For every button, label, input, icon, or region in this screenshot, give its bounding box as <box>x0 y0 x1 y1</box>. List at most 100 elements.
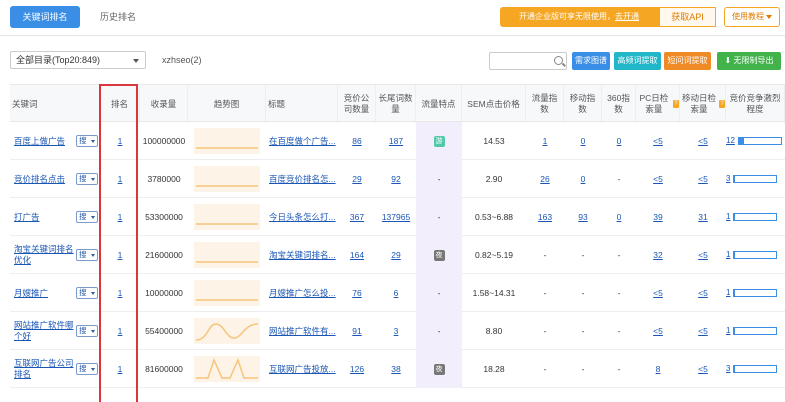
pc-daily-link[interactable]: 32 <box>653 250 662 260</box>
rank-link[interactable]: 1 <box>118 326 123 336</box>
mobile-daily-link[interactable]: <5 <box>698 364 708 374</box>
demand-graph-button[interactable]: 需求图谱 <box>572 52 610 70</box>
pc-daily-link[interactable]: <5 <box>653 174 663 184</box>
search-dropdown[interactable]: 搜 <box>76 325 98 337</box>
flow-index[interactable]: 163 <box>538 212 552 222</box>
pc-daily-link[interactable]: 8 <box>656 364 661 374</box>
column-header[interactable]: 关键词 <box>10 85 100 123</box>
keyword-link[interactable]: 淘宝关键词排名优化 <box>14 244 76 266</box>
upgrade-link[interactable]: 去开通 <box>615 12 639 21</box>
title-link[interactable]: 百度竞价排名怎... <box>269 173 336 185</box>
directory-select[interactable]: 全部目录(Top20:849) <box>10 51 146 69</box>
column-header[interactable]: 360指数 <box>602 85 636 123</box>
column-header[interactable]: 长尾词数量 <box>376 85 416 123</box>
index-360[interactable]: 0 <box>617 212 622 222</box>
flow-index[interactable]: 1 <box>543 136 548 146</box>
pc-daily-link[interactable]: 39 <box>653 212 662 222</box>
column-header[interactable]: 排名 <box>100 85 140 123</box>
mobile-index[interactable]: 0 <box>581 136 586 146</box>
rank-link[interactable]: 1 <box>118 288 123 298</box>
title-link[interactable]: 互联网广告投放... <box>269 363 336 375</box>
longtail-link[interactable]: 137965 <box>382 212 410 222</box>
compete-value[interactable]: 3 <box>726 364 730 373</box>
longtail-link[interactable]: 3 <box>394 326 399 336</box>
search-dropdown[interactable]: 搜 <box>76 135 98 147</box>
column-header[interactable]: 移动指数 <box>564 85 602 123</box>
search-icon[interactable] <box>554 56 563 65</box>
search-dropdown[interactable]: 搜 <box>76 173 98 185</box>
keyword-link[interactable]: 竞价排名点击 <box>14 174 65 185</box>
bid-companies-link[interactable]: 86 <box>352 136 361 146</box>
keyword-link[interactable]: 网站推广软件哪个好 <box>14 320 76 342</box>
column-header[interactable]: 竞价公司数量 <box>338 85 376 123</box>
compete-value[interactable]: 1 <box>726 288 730 297</box>
column-header[interactable]: 移动日检索量? <box>680 85 726 123</box>
mobile-daily-link[interactable]: <5 <box>698 174 708 184</box>
help-icon[interactable]: ? <box>673 100 679 108</box>
compete-value[interactable]: 12 <box>726 136 735 145</box>
bid-companies-link[interactable]: 76 <box>352 288 361 298</box>
mobile-index[interactable]: 0 <box>581 174 586 184</box>
tab-history-ranking[interactable]: 历史排名 <box>100 6 136 28</box>
column-header[interactable]: 流量特点 <box>416 85 462 123</box>
mobile-daily-link[interactable]: <5 <box>698 136 708 146</box>
bid-companies-link[interactable]: 367 <box>350 212 364 222</box>
rank-link[interactable]: 1 <box>118 174 123 184</box>
rank-link[interactable]: 1 <box>118 364 123 374</box>
mobile-daily-link[interactable]: <5 <box>698 250 708 260</box>
export-button[interactable]: ⬇ 无限制导出 <box>717 52 781 70</box>
bid-companies-link[interactable]: 164 <box>350 250 364 260</box>
title-link[interactable]: 月嫂推广怎么投... <box>269 287 336 299</box>
longtail-link[interactable]: 187 <box>389 136 403 146</box>
column-header[interactable]: 标题 <box>266 85 338 123</box>
tutorial-dropdown[interactable]: 使用教程 <box>724 7 780 27</box>
keyword-link[interactable]: 打广告 <box>14 212 40 223</box>
keyword-link[interactable]: 百度上做广告 <box>14 136 65 147</box>
rank-link[interactable]: 1 <box>118 136 123 146</box>
search-dropdown[interactable]: 搜 <box>76 211 98 223</box>
tab-keyword-ranking[interactable]: 关键词排名 <box>10 6 80 28</box>
column-header[interactable]: SEM点击价格 <box>462 85 526 123</box>
search-input[interactable] <box>489 52 567 70</box>
keyword-link[interactable]: 互联网广告公司排名 <box>14 358 76 380</box>
longtail-link[interactable]: 92 <box>391 174 400 184</box>
column-header[interactable]: 流量指数 <box>526 85 564 123</box>
compete-value[interactable]: 3 <box>726 174 730 183</box>
mobile-daily-link[interactable]: <5 <box>698 326 708 336</box>
bid-companies-link[interactable]: 29 <box>352 174 361 184</box>
title-link[interactable]: 今日头条怎么打... <box>269 211 336 223</box>
rank-link[interactable]: 1 <box>118 212 123 222</box>
pc-daily-link[interactable]: <5 <box>653 136 663 146</box>
longtail-link[interactable]: 29 <box>391 250 400 260</box>
upgrade-notice[interactable]: 开通企业版可享无限使用，去开通 <box>500 7 660 27</box>
get-api-button[interactable]: 获取API <box>660 7 716 27</box>
compete-value[interactable]: 1 <box>726 250 730 259</box>
column-header[interactable]: 趋势图 <box>188 85 266 123</box>
index-360[interactable]: 0 <box>617 136 622 146</box>
high-freq-extract-button[interactable]: 高频词提取 <box>614 52 661 70</box>
bid-companies-link[interactable]: 91 <box>352 326 361 336</box>
column-header[interactable]: 竞价竞争激烈程度 <box>726 85 785 123</box>
column-header[interactable]: PC日检索量? <box>636 85 680 123</box>
title-link[interactable]: 网站推广软件有... <box>269 325 336 337</box>
search-dropdown[interactable]: 搜 <box>76 287 98 299</box>
search-dropdown[interactable]: 搜 <box>76 363 98 375</box>
flow-index[interactable]: 26 <box>540 174 549 184</box>
mobile-daily-link[interactable]: <5 <box>698 288 708 298</box>
compete-value[interactable]: 1 <box>726 212 730 221</box>
longtail-link[interactable]: 6 <box>394 288 399 298</box>
pc-daily-link[interactable]: <5 <box>653 326 663 336</box>
column-header[interactable]: 收录量 <box>140 85 188 123</box>
keyword-link[interactable]: 月嫂推广 <box>14 288 48 299</box>
rank-link[interactable]: 1 <box>118 250 123 260</box>
pc-daily-link[interactable]: <5 <box>653 288 663 298</box>
help-icon[interactable]: ? <box>719 100 725 108</box>
mobile-index[interactable]: 93 <box>578 212 587 222</box>
title-link[interactable]: 在百度做个广告... <box>269 135 336 147</box>
title-link[interactable]: 淘宝关键词排名... <box>269 249 336 261</box>
search-dropdown[interactable]: 搜 <box>76 249 98 261</box>
short-question-extract-button[interactable]: 短问词提取 <box>664 52 711 70</box>
bid-companies-link[interactable]: 126 <box>350 364 364 374</box>
mobile-daily-link[interactable]: 31 <box>698 212 707 222</box>
longtail-link[interactable]: 38 <box>391 364 400 374</box>
